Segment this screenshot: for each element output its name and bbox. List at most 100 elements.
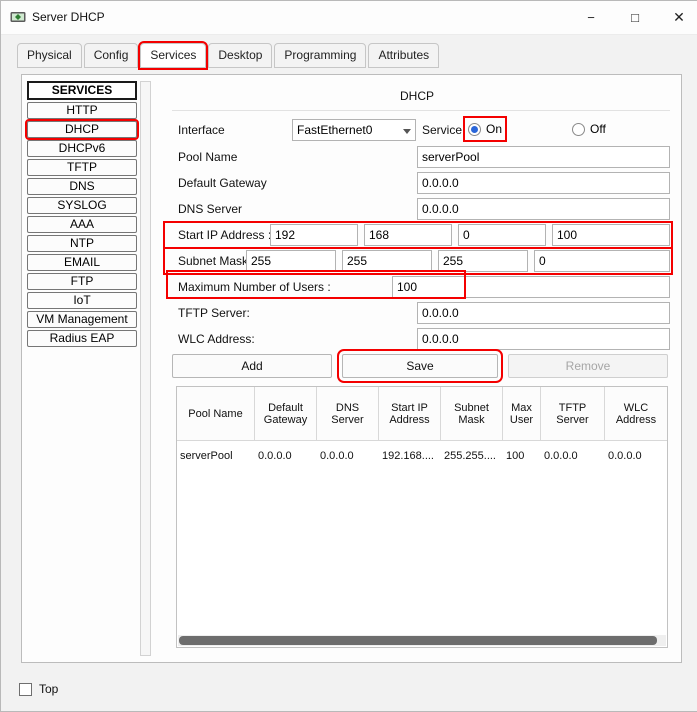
save-button[interactable]: Save: [337, 349, 503, 383]
default-gateway-input[interactable]: [417, 172, 670, 194]
section-divider: [172, 110, 670, 111]
dhcp-config-content: DHCP Interface FastEthernet0 Service On …: [163, 75, 679, 663]
start-ip-octet-4[interactable]: [552, 224, 670, 246]
subnet-mask-octet-3[interactable]: [438, 250, 528, 272]
radio-on-icon: [468, 122, 481, 136]
sidebar-item-syslog[interactable]: SYSLOG: [27, 197, 137, 214]
sidebar-item-ftp[interactable]: FTP: [27, 273, 137, 290]
services-header: SERVICES: [27, 81, 137, 100]
interface-select[interactable]: FastEthernet0: [292, 119, 416, 141]
sidebar-item-http[interactable]: HTTP: [27, 102, 137, 119]
service-off-radio[interactable]: Off: [572, 121, 606, 137]
default-gateway-row: Default Gateway: [166, 172, 670, 194]
tab-services[interactable]: Services: [138, 41, 209, 70]
start-ip-octet-1[interactable]: [270, 224, 358, 246]
sidebar-item-radius-eap[interactable]: Radius EAP: [27, 330, 137, 347]
service-off-label: Off: [590, 122, 606, 136]
tab-attributes[interactable]: Attributes: [368, 43, 440, 68]
buttons-row: Add Save Remove: [166, 349, 670, 383]
start-ip-octet-2[interactable]: [364, 224, 452, 246]
pool-name-input[interactable]: [417, 146, 670, 168]
services-sidebar: SERVICES HTTP DHCP DHCPv6 TFTP DNS SYSLO…: [25, 81, 139, 349]
close-button[interactable]: ✕: [664, 1, 694, 34]
subnet-mask-label: Subnet Mask:: [178, 254, 252, 268]
dhcp-pool-table: Pool Name Default Gateway DNS Server Sta…: [176, 386, 668, 648]
sidebar-item-dhcpv6[interactable]: DHCPv6: [27, 140, 137, 157]
wlc-address-input[interactable]: [417, 328, 670, 350]
table-cell: serverPool: [180, 450, 233, 462]
services-panel: SERVICES HTTP DHCP DHCPv6 TFTP DNS SYSLO…: [21, 74, 682, 663]
max-users-input[interactable]: [392, 276, 670, 298]
sidebar-item-tftp[interactable]: TFTP: [27, 159, 137, 176]
dns-server-row: DNS Server: [166, 198, 670, 220]
interface-label: Interface: [178, 123, 225, 137]
table-header-cell: Max User: [503, 387, 541, 441]
server-dhcp-window: Server DHCP − □ ✕ Physical Config Servic…: [0, 0, 697, 712]
table-cell: 255.255....: [444, 450, 496, 462]
window-title: Server DHCP: [32, 10, 105, 24]
subnet-mask-octet-4[interactable]: [534, 250, 670, 272]
app-icon: [10, 9, 26, 25]
tab-desktop[interactable]: Desktop: [208, 43, 273, 68]
add-button[interactable]: Add: [172, 354, 332, 378]
max-users-label: Maximum Number of Users :: [178, 280, 331, 294]
table-horizontal-scrollbar[interactable]: [178, 635, 666, 646]
sidebar-item-email[interactable]: EMAIL: [27, 254, 137, 271]
tab-config[interactable]: Config: [83, 43, 139, 68]
tftp-server-label: TFTP Server:: [178, 306, 250, 320]
minimize-button[interactable]: −: [576, 1, 606, 34]
table-row[interactable]: serverPool 0.0.0.0 0.0.0.0 192.168.... 2…: [177, 441, 667, 469]
service-on-radio[interactable]: On: [462, 116, 508, 142]
pool-name-row: Pool Name: [166, 146, 670, 168]
sidebar-item-dhcp[interactable]: DHCP: [25, 119, 139, 140]
table-horizontal-scrollbar-thumb[interactable]: [179, 636, 657, 645]
table-header-cell: DNS Server: [317, 387, 379, 441]
dhcp-section-title: DHCP: [399, 89, 434, 103]
max-users-row: Maximum Number of Users :: [166, 276, 670, 298]
remove-button[interactable]: Remove: [508, 354, 668, 378]
table-cell: 0.0.0.0: [544, 450, 578, 462]
dns-server-input[interactable]: [417, 198, 670, 220]
tftp-server-row: TFTP Server:: [166, 302, 670, 324]
start-ip-octet-3[interactable]: [458, 224, 546, 246]
table-cell: 192.168....: [382, 450, 434, 462]
default-gateway-label: Default Gateway: [178, 176, 267, 190]
start-ip-label: Start IP Address :: [178, 228, 272, 242]
table-header-cell: Default Gateway: [255, 387, 317, 441]
table-header-cell: Subnet Mask: [441, 387, 503, 441]
tab-physical[interactable]: Physical: [17, 43, 82, 68]
subnet-mask-row: Subnet Mask:: [163, 247, 673, 275]
top-checkbox-label: Top: [39, 682, 59, 696]
service-label: Service: [422, 123, 463, 137]
tab-bar: Physical Config Services Desktop Program…: [17, 41, 441, 70]
pool-name-label: Pool Name: [178, 150, 238, 164]
top-checkbox[interactable]: [19, 683, 32, 696]
table-cell: 100: [506, 450, 525, 462]
tftp-server-input[interactable]: [417, 302, 670, 324]
service-on-label: On: [486, 122, 503, 136]
subnet-mask-octet-1[interactable]: [246, 250, 336, 272]
titlebar: Server DHCP − □ ✕: [1, 1, 697, 35]
sidebar-item-vm-management[interactable]: VM Management: [27, 311, 137, 328]
interface-row: Interface FastEthernet0 Service On Off: [166, 116, 670, 142]
table-header-cell: TFTP Server: [541, 387, 605, 441]
maximize-button[interactable]: □: [620, 1, 650, 34]
dns-server-label: DNS Server: [178, 202, 243, 216]
sidebar-scrollbar[interactable]: [140, 81, 151, 656]
table-cell: 0.0.0.0: [608, 450, 642, 462]
sidebar-item-aaa[interactable]: AAA: [27, 216, 137, 233]
wlc-address-row: WLC Address:: [166, 328, 670, 350]
table-header-cell: Start IP Address: [379, 387, 441, 441]
wlc-address-label: WLC Address:: [178, 332, 255, 346]
table-header-cell: WLC Address: [605, 387, 667, 441]
sidebar-item-dns[interactable]: DNS: [27, 178, 137, 195]
sidebar-item-iot[interactable]: IoT: [27, 292, 137, 309]
start-ip-row: Start IP Address :: [163, 221, 673, 249]
table-cell: 0.0.0.0: [320, 450, 354, 462]
radio-off-icon: [572, 122, 585, 136]
chevron-down-icon: [403, 129, 411, 134]
tab-programming[interactable]: Programming: [274, 43, 367, 68]
subnet-mask-octet-2[interactable]: [342, 250, 432, 272]
sidebar-item-ntp[interactable]: NTP: [27, 235, 137, 252]
table-header-row: Pool Name Default Gateway DNS Server Sta…: [177, 387, 667, 441]
